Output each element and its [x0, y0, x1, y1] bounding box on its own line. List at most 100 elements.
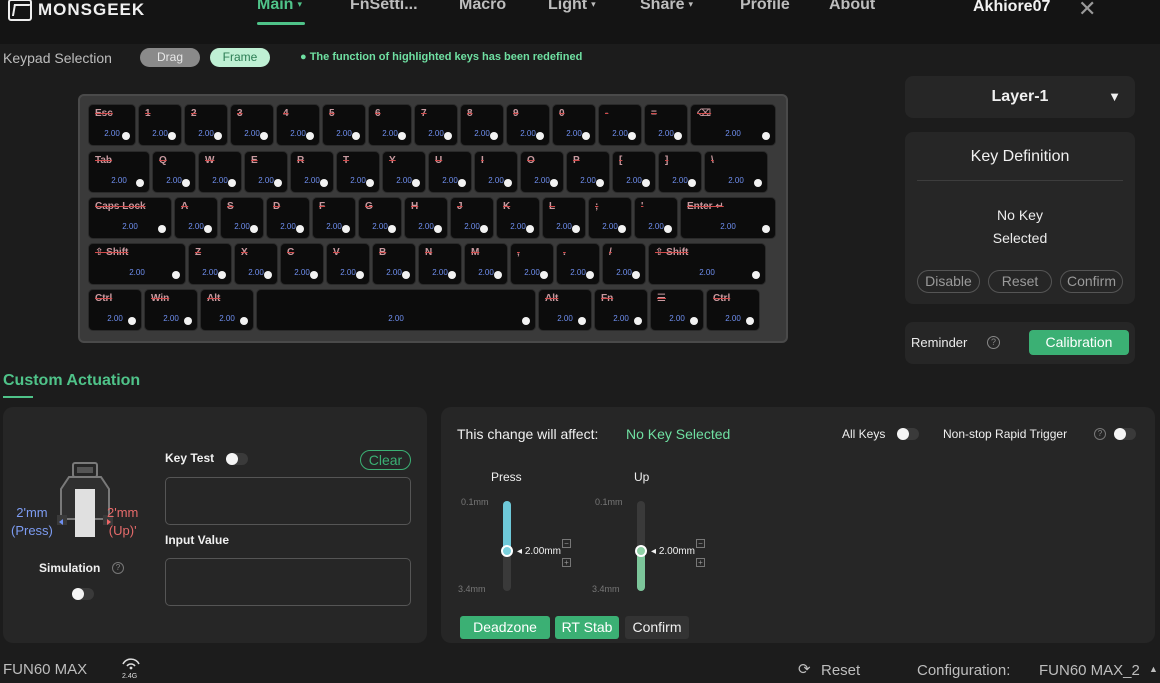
- press-slider-track[interactable]: [501, 501, 513, 591]
- reset-button[interactable]: Reset: [821, 662, 860, 679]
- key[interactable]: V 2.00: [326, 243, 370, 285]
- key[interactable]: 6 2.00: [368, 104, 412, 146]
- reset-icon[interactable]: ⟳: [798, 660, 811, 678]
- key[interactable]: J 2.00: [450, 197, 494, 239]
- all-keys-toggle[interactable]: [897, 428, 919, 440]
- key[interactable]: ; 2.00: [588, 197, 632, 239]
- key-test-field[interactable]: [165, 477, 411, 525]
- key[interactable]: O 2.00: [520, 151, 564, 193]
- disable-button[interactable]: Disable: [917, 270, 980, 293]
- key[interactable]: 4 2.00: [276, 104, 320, 146]
- key[interactable]: 8 2.00: [460, 104, 504, 146]
- key[interactable]: X 2.00: [234, 243, 278, 285]
- key[interactable]: 3 2.00: [230, 104, 274, 146]
- key[interactable]: Q 2.00: [152, 151, 196, 193]
- drag-mode-button[interactable]: Drag: [140, 48, 200, 67]
- key[interactable]: F 2.00: [312, 197, 356, 239]
- key[interactable]: G 2.00: [358, 197, 402, 239]
- decrease-icon[interactable]: −: [696, 539, 705, 548]
- key[interactable]: Alt 2.00: [200, 289, 254, 331]
- key[interactable]: K 2.00: [496, 197, 540, 239]
- key[interactable]: Win 2.00: [144, 289, 198, 331]
- layer-select[interactable]: Layer-1 ▼: [905, 76, 1135, 118]
- key[interactable]: , 2.00: [510, 243, 554, 285]
- input-value-field[interactable]: [165, 558, 411, 606]
- key[interactable]: Fn 2.00: [594, 289, 648, 331]
- key[interactable]: ⇧ Shift 2.00: [88, 243, 186, 285]
- key[interactable]: E 2.00: [244, 151, 288, 193]
- up-slider-track[interactable]: [635, 501, 647, 591]
- nav-share[interactable]: Share ▾: [640, 0, 693, 14]
- nav-main[interactable]: Main ▾: [257, 0, 302, 14]
- increase-icon[interactable]: +: [562, 558, 571, 567]
- simulation-toggle[interactable]: [72, 588, 94, 600]
- help-icon[interactable]: ?: [987, 336, 1000, 349]
- key[interactable]: U 2.00: [428, 151, 472, 193]
- key[interactable]: N 2.00: [418, 243, 462, 285]
- key[interactable]: L 2.00: [542, 197, 586, 239]
- rapid-trigger-toggle[interactable]: [1114, 428, 1136, 440]
- nav-about[interactable]: About: [829, 0, 875, 14]
- reset-key-button[interactable]: Reset: [988, 270, 1052, 293]
- key[interactable]: ☰ 2.00: [650, 289, 704, 331]
- key[interactable]: 7 2.00: [414, 104, 458, 146]
- key[interactable]: 2 2.00: [184, 104, 228, 146]
- help-icon[interactable]: ?: [1094, 428, 1106, 440]
- key[interactable]: W 2.00: [198, 151, 242, 193]
- key[interactable]: -2.00: [598, 104, 642, 146]
- key[interactable]: Enter ↵ 2.00: [680, 197, 776, 239]
- key[interactable]: Ctrl 2.00: [88, 289, 142, 331]
- deadzone-button[interactable]: Deadzone: [460, 616, 550, 639]
- key[interactable]: T 2.00: [336, 151, 380, 193]
- key[interactable]: B 2.00: [372, 243, 416, 285]
- key[interactable]: 1 2.00: [138, 104, 182, 146]
- key[interactable]: S 2.00: [220, 197, 264, 239]
- key[interactable]: ' 2.00: [634, 197, 678, 239]
- frame-mode-button[interactable]: Frame: [210, 48, 270, 67]
- confirm-button[interactable]: Confirm: [625, 616, 689, 639]
- key[interactable]: M 2.00: [464, 243, 508, 285]
- key[interactable]: Esc 2.00: [88, 104, 136, 146]
- key[interactable]: ⇧ Shift 2.00: [648, 243, 766, 285]
- press-slider-handle[interactable]: [501, 545, 513, 557]
- key[interactable]: P 2.00: [566, 151, 610, 193]
- user-name[interactable]: Akhiore07: [973, 0, 1050, 16]
- chevron-up-icon[interactable]: ▲: [1149, 664, 1158, 674]
- key-test-toggle[interactable]: [226, 453, 248, 465]
- key[interactable]: H 2.00: [404, 197, 448, 239]
- key[interactable]: /2.00: [602, 243, 646, 285]
- configuration-select[interactable]: FUN60 MAX_2: [1039, 662, 1140, 679]
- key[interactable]: D 2.00: [266, 197, 310, 239]
- key[interactable]: Ctrl 2.00: [706, 289, 760, 331]
- key[interactable]: Tab 2.00: [88, 151, 150, 193]
- key[interactable]: Y 2.00: [382, 151, 426, 193]
- key[interactable]: I 2.00: [474, 151, 518, 193]
- nav-macro[interactable]: Macro: [459, 0, 506, 14]
- nav-light[interactable]: Light ▾: [548, 0, 596, 14]
- key[interactable]: . 2.00: [556, 243, 600, 285]
- up-slider-handle[interactable]: [635, 545, 647, 557]
- key[interactable]: 5 2.00: [322, 104, 366, 146]
- decrease-icon[interactable]: −: [562, 539, 571, 548]
- confirm-key-button[interactable]: Confirm: [1060, 270, 1123, 293]
- key[interactable]: Caps Lock 2.00: [88, 197, 172, 239]
- calibration-button[interactable]: Calibration: [1029, 330, 1129, 355]
- key[interactable]: C 2.00: [280, 243, 324, 285]
- key[interactable]: Alt 2.00: [538, 289, 592, 331]
- key[interactable]: R 2.00: [290, 151, 334, 193]
- key[interactable]: 9 2.00: [506, 104, 550, 146]
- key[interactable]: [2.00: [612, 151, 656, 193]
- key[interactable]: = 2.00: [644, 104, 688, 146]
- key[interactable]: 2.00: [256, 289, 536, 331]
- key[interactable]: \ 2.00: [704, 151, 768, 193]
- close-icon[interactable]: ✕: [1078, 0, 1096, 20]
- key[interactable]: ] 2.00: [658, 151, 702, 193]
- key[interactable]: Z 2.00: [188, 243, 232, 285]
- key[interactable]: ⌫ 2.00: [690, 104, 776, 146]
- help-icon[interactable]: ?: [112, 562, 124, 574]
- key[interactable]: A 2.00: [174, 197, 218, 239]
- nav-profile[interactable]: Profile: [740, 0, 790, 14]
- rt-stab-button[interactable]: RT Stab: [555, 616, 619, 639]
- nav-fnsettings[interactable]: FnSetti...: [350, 0, 418, 14]
- key[interactable]: 0 2.00: [552, 104, 596, 146]
